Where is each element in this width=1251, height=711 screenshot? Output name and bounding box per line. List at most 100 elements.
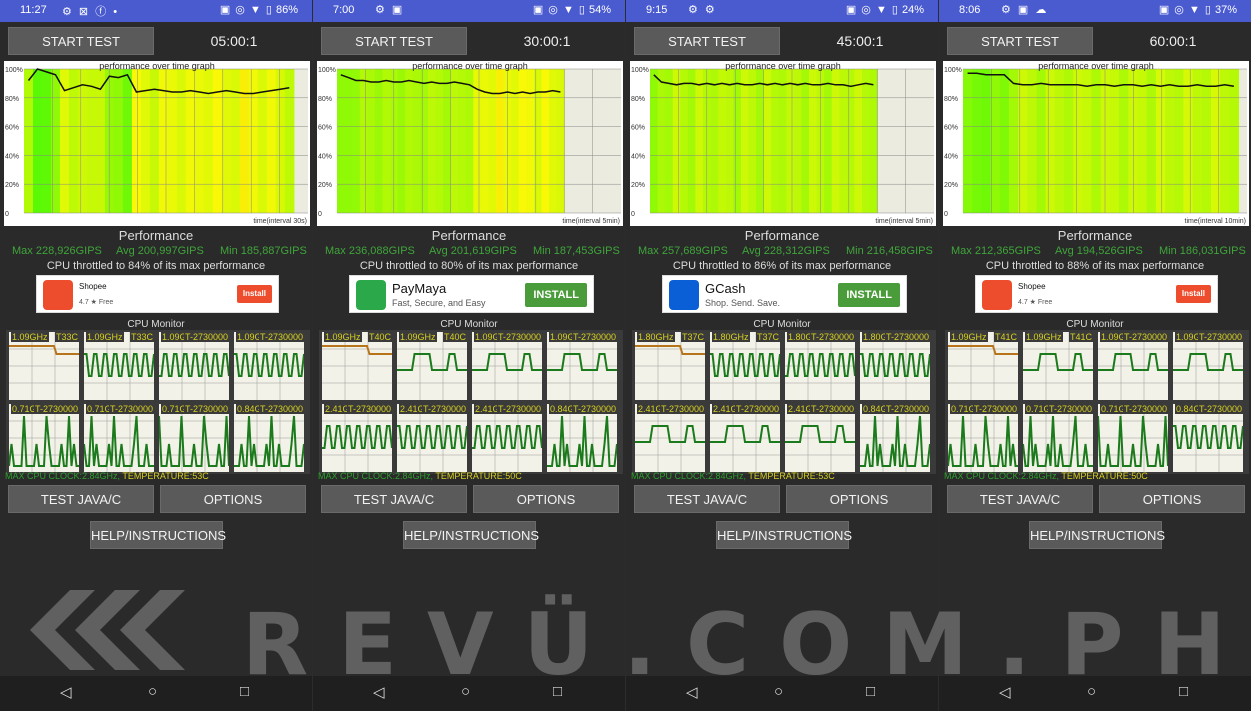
- cpu-core-chart: 1.09GHz T-2730000: [234, 332, 304, 400]
- graph-fill-band: [443, 69, 452, 213]
- graph-fill-band: [450, 69, 459, 213]
- graph-fill-band: [846, 69, 856, 213]
- test-java-c-button[interactable]: TEST JAVA/C: [321, 485, 467, 513]
- ad-banner[interactable]: Shopee 4.7 ★ Free Install: [36, 275, 279, 313]
- cpu-temperature: TEMPERATURE:50C: [435, 471, 522, 481]
- cpu-core-line: [547, 404, 617, 472]
- cpu-core-line: [710, 332, 780, 400]
- graph-fill-band: [733, 69, 742, 213]
- cpu-monitor-grid: 1.09GHz T40C 1.09GHz T40C 1.09GHz T-2730…: [319, 330, 623, 474]
- options-button[interactable]: OPTIONS: [1099, 485, 1245, 513]
- max-gips: Max 228,926GIPS: [12, 245, 102, 257]
- cpu-temperature: TEMPERATURE:53C: [748, 471, 835, 481]
- test-java-c-button[interactable]: TEST JAVA/C: [634, 485, 780, 513]
- cpu-core-temperature: T33C: [54, 332, 79, 342]
- start-test-button[interactable]: START TEST: [634, 27, 780, 55]
- options-button[interactable]: OPTIONS: [473, 485, 619, 513]
- performance-graph: 100% 80% 60% 40% 20% 0 performance over time g…: [943, 61, 1249, 226]
- performance-graph: 100% 80% 60% 40% 20% 0 performance over time g…: [317, 61, 623, 226]
- cpu-core-line: [635, 332, 705, 400]
- cpu-core-temperature: T33C: [129, 332, 154, 342]
- cpu-core-line: [860, 404, 930, 472]
- cpu-core-chart: 0.84GHz T-2730000: [234, 404, 304, 472]
- ad-app-name: Shopee: [79, 282, 107, 291]
- graph-fill-band: [239, 69, 250, 213]
- graph-fill-band: [337, 69, 346, 213]
- max-cpu-clock: MAX CPU CLOCK:2.84GHz,: [318, 471, 434, 481]
- cpu-core-temperature: T-2730000: [972, 404, 1018, 414]
- cpu-core-temperature: T-2730000: [108, 404, 154, 414]
- ad-install-button[interactable]: Install: [1175, 285, 1211, 303]
- graph-fill-band: [710, 69, 719, 213]
- test-java-c-button[interactable]: TEST JAVA/C: [8, 485, 154, 513]
- graph-fill-band: [1091, 69, 1102, 213]
- performance-title: Performance: [1057, 228, 1133, 243]
- graph-y-tick: 40%: [631, 153, 645, 160]
- graph-fill-band: [862, 69, 871, 213]
- ad-banner[interactable]: Shopee 4.7 ★ Free Install: [975, 275, 1218, 313]
- help-instructions-button[interactable]: HELP/INSTRUCTIONS: [90, 521, 226, 549]
- graph-fill-band: [374, 69, 384, 213]
- cpu-core-frequency: 1.09GHz: [11, 332, 49, 342]
- cpu-core-line: [635, 404, 705, 472]
- graph-fill-band: [1036, 69, 1047, 213]
- cpu-core-frequency: 1.09GHz: [86, 332, 124, 342]
- graph-fill-band: [518, 69, 527, 213]
- performance-graph-svg: 100% 80% 60% 40% 20% 0 performance over time g…: [5, 61, 308, 225]
- graph-fill-band: [687, 69, 697, 213]
- cpu-core-temperature: T-2730000: [734, 404, 780, 414]
- cpu-core-line: [84, 332, 154, 400]
- cpu-core-chart: 1.09GHz T-2730000: [1173, 332, 1243, 400]
- graph-title: performance over time graph: [412, 61, 528, 71]
- graph-fill-band: [672, 69, 681, 213]
- graph-fill-band: [167, 69, 178, 213]
- ad-banner[interactable]: GCash Shop. Send. Save. INSTALL: [662, 275, 907, 313]
- graph-fill-band: [1210, 69, 1221, 213]
- graph-y-tick: 80%: [5, 96, 19, 103]
- graph-fill-band: [488, 69, 497, 213]
- ad-install-button[interactable]: INSTALL: [838, 283, 900, 307]
- graph-fill-band: [496, 69, 505, 213]
- graph-fill-band: [1109, 69, 1120, 213]
- help-instructions-button[interactable]: HELP/INSTRUCTIONS: [716, 521, 852, 549]
- cpu-core-temperature: T-2730000: [183, 332, 229, 342]
- graph-fill-band: [1054, 69, 1065, 213]
- cpu-core-line: [1098, 404, 1168, 472]
- ad-banner[interactable]: PayMaya Fast, Secure, and Easy INSTALL: [349, 275, 594, 313]
- start-test-button[interactable]: START TEST: [321, 27, 467, 55]
- cpu-core-temperature: T-2730000: [809, 332, 855, 342]
- cpu-core-frequency: 1.09GHz: [1025, 332, 1063, 342]
- ad-install-button[interactable]: INSTALL: [525, 283, 587, 307]
- graph-fill-band: [1008, 69, 1019, 213]
- graph-fill-band: [1073, 69, 1083, 213]
- start-test-button[interactable]: START TEST: [8, 27, 154, 55]
- graph-fill-band: [740, 69, 750, 213]
- graph-y-tick: 60%: [944, 125, 958, 132]
- graph-fill-band: [257, 69, 268, 213]
- back-icon[interactable]: ◁: [60, 683, 72, 701]
- graph-y-tick: 80%: [631, 96, 645, 103]
- graph-fill-band: [556, 69, 565, 213]
- graph-fill-band: [203, 69, 214, 213]
- cpu-core-line: [710, 404, 780, 472]
- options-button[interactable]: OPTIONS: [786, 485, 932, 513]
- max-cpu-clock: MAX CPU CLOCK:2.84GHz,: [5, 471, 121, 481]
- graph-fill-band: [541, 69, 550, 213]
- ad-app-name: GCash: [705, 281, 746, 296]
- help-instructions-button[interactable]: HELP/INSTRUCTIONS: [1029, 521, 1165, 549]
- home-icon[interactable]: ○: [148, 683, 157, 700]
- throttle-summary: CPU throttled to 80% of its max performa…: [359, 260, 579, 272]
- signal-icons: ▣ ◎ ▼ ▯: [219, 4, 273, 16]
- test-java-c-button[interactable]: TEST JAVA/C: [947, 485, 1093, 513]
- notification-icons: ⚙ ⊠ ⓕ •: [62, 6, 120, 18]
- ad-install-button[interactable]: Install: [236, 285, 272, 303]
- cpu-core-chart: 0.71GHz T-2730000: [9, 404, 79, 472]
- options-button[interactable]: OPTIONS: [160, 485, 306, 513]
- status-bar: 11:27 ⚙ ⊠ ⓕ • ▣ ◎ ▼ ▯ 86%: [0, 0, 312, 22]
- cpu-core-chart: 0.71GHz T-2730000: [1098, 404, 1168, 472]
- battery-level: 24%: [901, 4, 924, 16]
- help-instructions-button[interactable]: HELP/INSTRUCTIONS: [403, 521, 539, 549]
- start-test-button[interactable]: START TEST: [947, 27, 1093, 55]
- cpu-core-line: [948, 404, 1018, 472]
- graph-fill-band: [680, 69, 689, 213]
